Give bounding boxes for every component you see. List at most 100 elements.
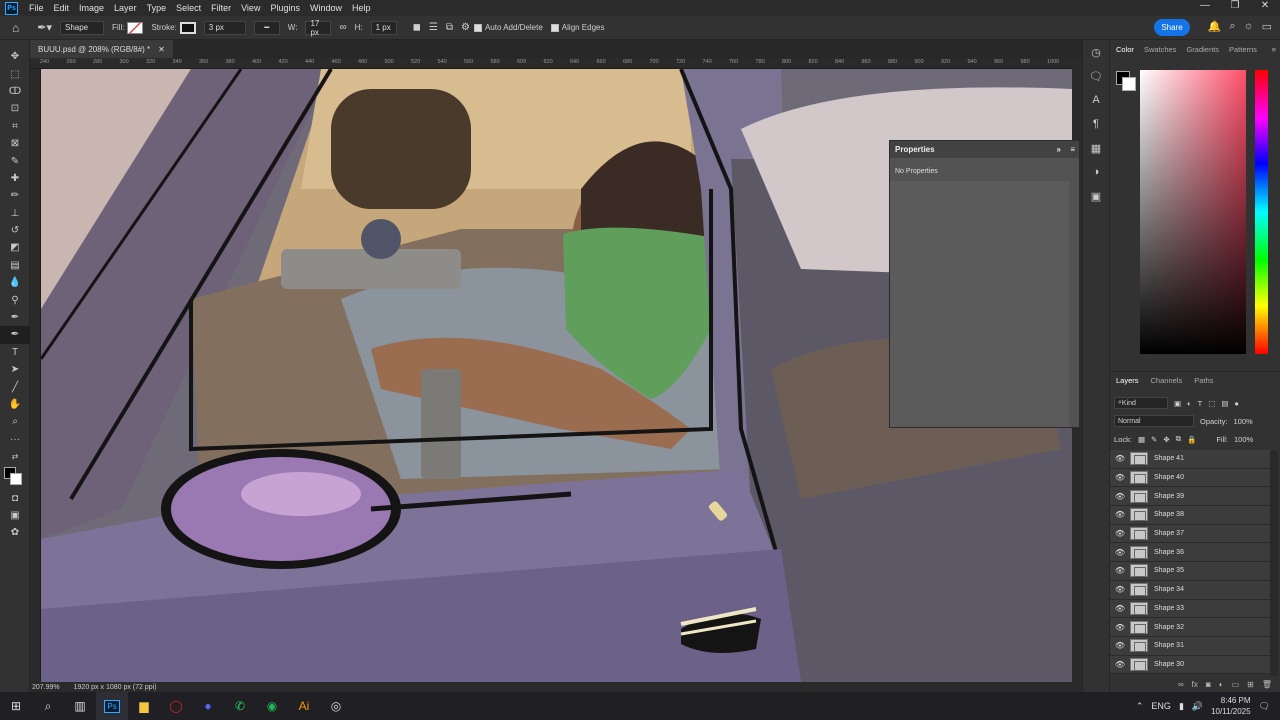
blend-mode-select[interactable]: Normal [1114, 415, 1194, 427]
path-arrangement-icon[interactable]: ⧉ [446, 22, 453, 33]
background-color-swatch[interactable] [10, 473, 22, 486]
eraser-tool-icon[interactable]: ◩ [0, 239, 30, 256]
history-brush-tool-icon[interactable]: ↺ [0, 222, 30, 239]
screen-mode-icon[interactable]: ▣ [0, 507, 30, 524]
width-field[interactable]: 17 px [305, 19, 332, 37]
new-layer-icon[interactable]: ⊞ [1247, 680, 1254, 689]
history-icon[interactable]: ◷ [1083, 40, 1109, 64]
lasso-tool-icon[interactable]: ↀ [0, 83, 30, 100]
photoshop-app-icon[interactable]: Ps [96, 692, 128, 720]
visibility-eye-icon[interactable]: 👁 [1110, 492, 1130, 501]
tool-mode-select[interactable]: Shape [60, 20, 104, 35]
path-alignment-icon[interactable]: ☰ [429, 22, 438, 33]
generative-icon[interactable]: ✿ [0, 524, 30, 541]
tab-swatches[interactable]: Swatches [1144, 45, 1177, 54]
menu-help[interactable]: Help [347, 3, 376, 13]
layer-row[interactable]: 👁 Shape 37 [1110, 524, 1270, 544]
opera-icon[interactable]: ◯ [160, 692, 192, 720]
maximize-icon[interactable]: ❐ [1220, 0, 1250, 11]
lock-artboard-icon[interactable]: ⧉ [1176, 434, 1181, 444]
visibility-eye-icon[interactable]: 👁 [1110, 510, 1130, 519]
bell-icon[interactable]: 🔔 [1208, 20, 1222, 33]
spotify-icon[interactable]: ◉ [256, 692, 288, 720]
document-tab[interactable]: BUUU.psd @ 208% (RGB/8#) * ✕ [30, 40, 173, 58]
line-tool-icon[interactable]: ╱ [0, 378, 30, 395]
visibility-eye-icon[interactable]: 👁 [1110, 604, 1130, 613]
menu-select[interactable]: Select [171, 3, 206, 13]
notifications-icon[interactable]: 🗨 [1259, 701, 1270, 712]
workspace-icon[interactable]: ▭ [1262, 20, 1272, 33]
crop-tool-icon[interactable]: ⌗ [0, 118, 30, 135]
color-swatches[interactable] [0, 465, 30, 489]
layer-row[interactable]: 👁 Shape 39 [1110, 487, 1270, 507]
zoom-tool-icon[interactable]: ⌕ [0, 413, 30, 430]
pen-tool-preset-icon[interactable]: ✒▾ [37, 21, 52, 34]
document-info[interactable]: 1920 px x 1080 px (72 ppi) [74, 684, 157, 691]
visibility-eye-icon[interactable]: 👁 [1110, 641, 1130, 650]
visibility-eye-icon[interactable]: 👁 [1110, 548, 1130, 557]
windows-start-icon[interactable]: ⊞ [0, 692, 32, 720]
panel-menu-icon[interactable]: ≡ [1272, 45, 1276, 54]
menu-filter[interactable]: Filter [206, 3, 236, 13]
visibility-eye-icon[interactable]: 👁 [1110, 454, 1130, 463]
clone-stamp-tool-icon[interactable]: ⊥ [0, 205, 30, 222]
layer-row[interactable]: 👁 Shape 31 [1110, 636, 1270, 656]
path-operations-icon[interactable]: ◼ [413, 22, 421, 33]
adjustment-layer-icon[interactable]: ◐ [1219, 680, 1224, 689]
opacity-value[interactable]: 100% [1234, 417, 1253, 426]
illustrator-icon[interactable]: Ai [288, 692, 320, 720]
color-picker-field[interactable] [1140, 70, 1246, 354]
background-color-chip[interactable] [1122, 77, 1136, 91]
auto-add-delete-checkbox[interactable]: Auto Add/Delete [473, 23, 543, 32]
pen-tool-selected-icon[interactable]: ✒ [0, 326, 30, 344]
libraries-icon[interactable]: ▣ [1083, 184, 1109, 208]
layer-row[interactable]: 👁 Shape 40 [1110, 468, 1270, 488]
lock-pixels-icon[interactable]: ✎ [1151, 435, 1157, 444]
layer-row[interactable]: 👁 Shape 32 [1110, 618, 1270, 637]
search-icon[interactable]: ⌕ [1229, 20, 1235, 33]
filter-smart-object-icon[interactable]: ▤ [1221, 399, 1228, 408]
tab-gradients[interactable]: Gradients [1186, 45, 1219, 54]
eyedropper-tool-icon[interactable]: ✎ [0, 152, 30, 169]
properties-icon[interactable]: ▦ [1083, 136, 1109, 160]
quick-mask-icon[interactable]: ◘ [0, 489, 30, 506]
volume-icon[interactable]: 🔊 [1192, 701, 1203, 712]
discord-icon[interactable]: ● [192, 692, 224, 720]
visibility-eye-icon[interactable]: 👁 [1110, 623, 1130, 632]
lock-transparency-icon[interactable]: ▦ [1138, 435, 1145, 444]
comments-icon[interactable]: 🗨 [1083, 64, 1109, 88]
task-view-icon[interactable]: ▥ [64, 692, 96, 720]
lock-position-icon[interactable]: ✥ [1163, 435, 1169, 444]
filter-type-icon[interactable]: T [1198, 399, 1203, 408]
tab-channels[interactable]: Channels [1151, 376, 1183, 385]
network-icon[interactable]: ▮ [1179, 701, 1184, 712]
close-icon[interactable]: ✕ [1250, 0, 1280, 11]
filter-shape-icon[interactable]: ⬚ [1208, 399, 1215, 408]
pen-tool-icon[interactable]: ✒ [0, 309, 30, 326]
height-field[interactable]: 1 px [370, 20, 397, 35]
home-icon[interactable]: ⌂ [12, 21, 19, 35]
object-selection-tool-icon[interactable]: ⊡ [0, 100, 30, 117]
tab-color[interactable]: Color [1116, 45, 1134, 54]
search-icon[interactable]: ⌕ [32, 692, 64, 720]
show-hidden-icons-icon[interactable]: ⌃ [1136, 701, 1144, 712]
swap-colors-icon[interactable]: ⇄ [0, 448, 30, 465]
clock[interactable]: 8:46 PM 10/11/2025 [1211, 695, 1250, 717]
more-tools-icon[interactable]: ··· [0, 431, 30, 448]
visibility-eye-icon[interactable]: 👁 [1110, 473, 1130, 482]
visibility-eye-icon[interactable]: 👁 [1110, 566, 1130, 575]
tab-layers[interactable]: Layers [1116, 376, 1139, 385]
minimize-icon[interactable]: — [1190, 0, 1220, 11]
fill-value[interactable]: 100% [1234, 435, 1253, 444]
chrome-icon[interactable]: ◎ [320, 692, 352, 720]
gradient-tool-icon[interactable]: ▤ [0, 257, 30, 274]
blur-tool-icon[interactable]: 💧 [0, 274, 30, 291]
link-layers-icon[interactable]: ∞ [1178, 680, 1184, 689]
filter-pixel-icon[interactable]: ▣ [1174, 399, 1181, 408]
stroke-swatch[interactable] [179, 21, 196, 34]
layer-row[interactable]: 👁 Shape 34 [1110, 580, 1270, 600]
menu-type[interactable]: Type [142, 3, 172, 13]
move-tool-icon[interactable]: ✥ [0, 48, 30, 65]
paragraph-icon[interactable]: ¶ [1083, 112, 1109, 136]
add-mask-icon[interactable]: ◙ [1206, 680, 1211, 689]
